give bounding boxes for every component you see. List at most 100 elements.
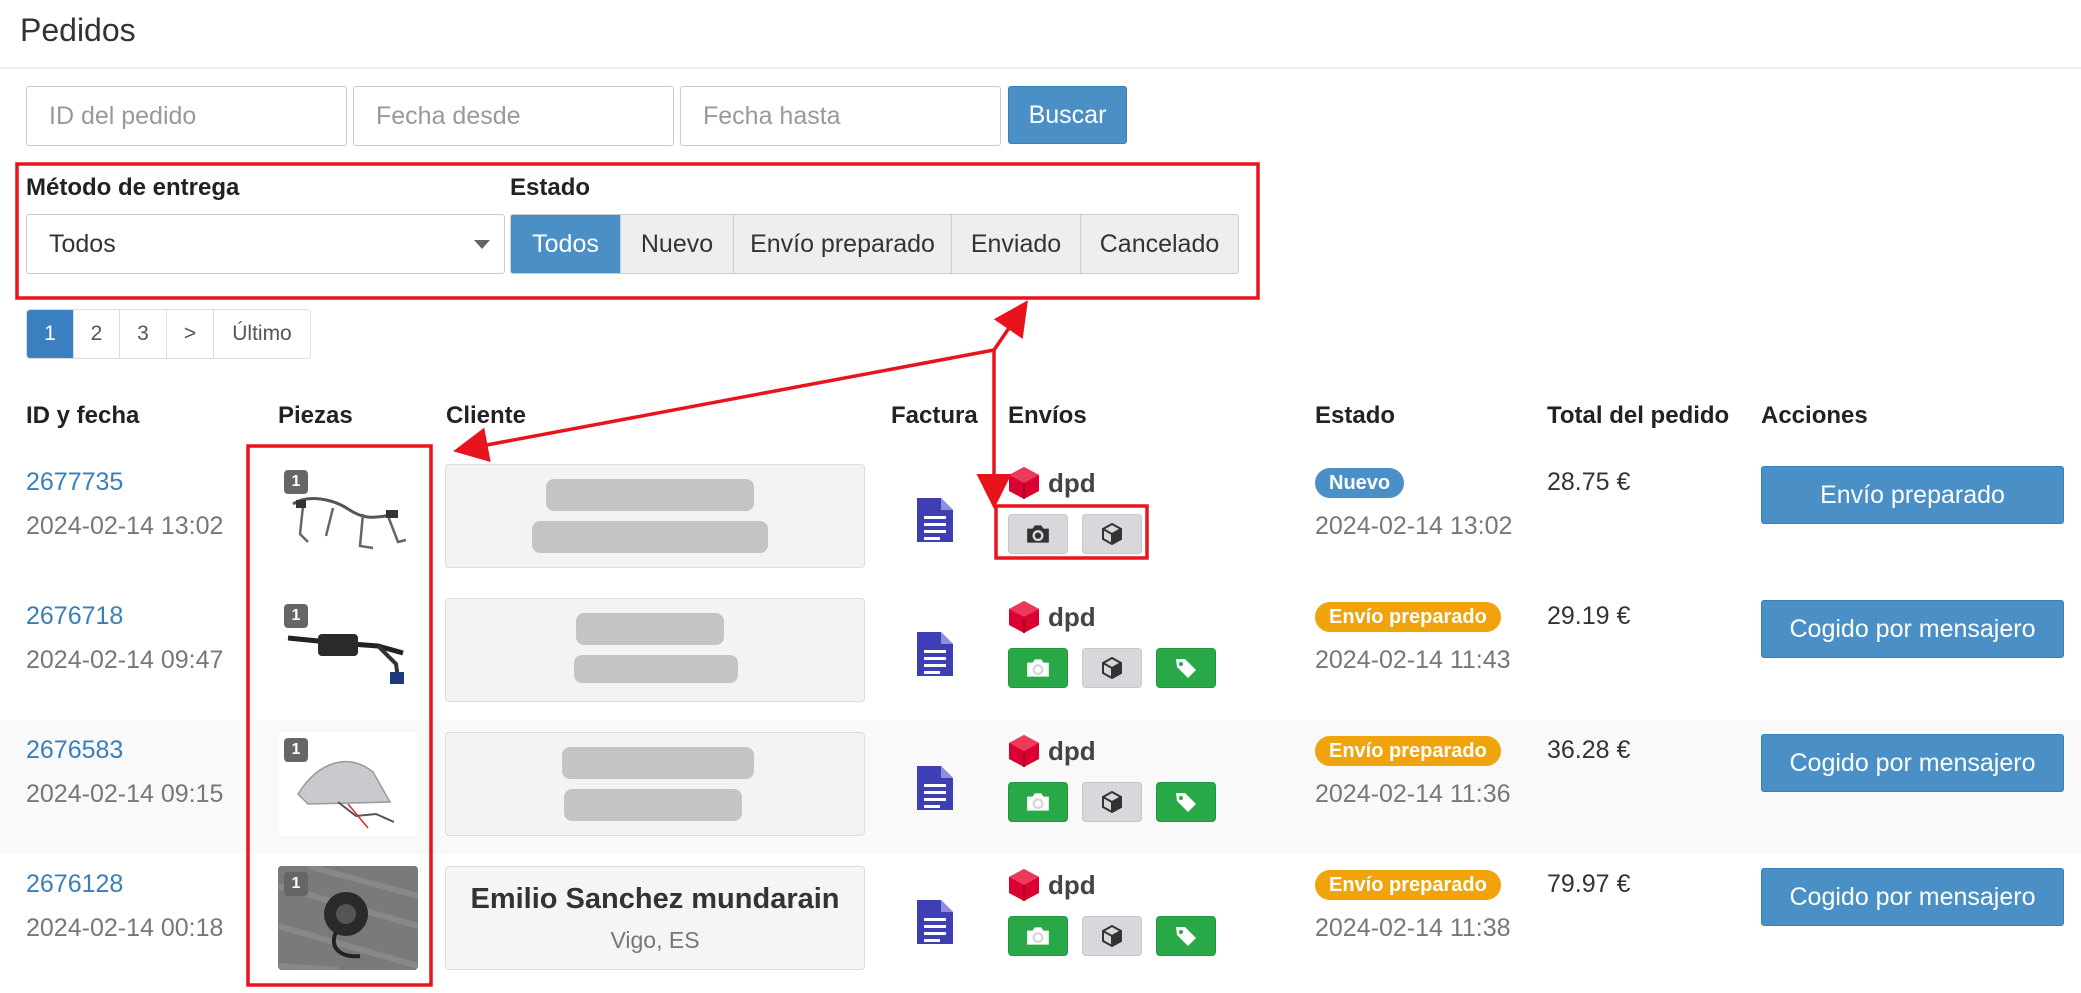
camera-icon — [1025, 657, 1051, 679]
carrier-name: dpd — [1048, 869, 1096, 900]
package-button[interactable] — [1082, 782, 1142, 822]
date-to-input[interactable] — [680, 86, 1001, 146]
status-filter-group: Todos Nuevo Envío preparado Enviado Canc… — [510, 214, 1239, 274]
invoice-document-icon[interactable] — [915, 496, 955, 544]
column-header-total: Total del pedido — [1547, 402, 1730, 429]
status-filter-label: Estado — [510, 174, 591, 201]
client-card-redacted — [445, 732, 865, 836]
carrier-logo: dpd — [1008, 734, 1096, 768]
shipment-buttons — [1008, 648, 1216, 688]
page-next[interactable]: > — [167, 310, 214, 358]
action-button[interactable]: Cogido por mensajero — [1761, 734, 2064, 792]
part-thumbnail[interactable]: 1 — [278, 866, 418, 970]
camera-icon — [1025, 925, 1051, 947]
carrier-name: dpd — [1048, 735, 1096, 766]
table-row: 2676718 2024-02-14 09:47 1 dpd Envío pre… — [0, 586, 2081, 720]
table-row: 2676583 2024-02-14 09:15 1 dpd Envío pre… — [0, 720, 2081, 854]
column-header-invoice: Factura — [891, 402, 978, 429]
action-button[interactable]: Cogido por mensajero — [1761, 600, 2064, 658]
table-row: 2677735 2024-02-14 13:02 1 dpd Nuevo 202… — [0, 452, 2081, 586]
page-1[interactable]: 1 — [27, 310, 74, 358]
status-badge: Nuevo — [1315, 468, 1405, 498]
tag-icon — [1174, 790, 1198, 814]
shipment-buttons — [1008, 782, 1216, 822]
order-id-link[interactable]: 2676583 — [26, 736, 123, 765]
page-2[interactable]: 2 — [74, 310, 120, 358]
delivery-method-value: Todos — [49, 229, 116, 258]
status-badge: Envío preparado — [1315, 602, 1501, 632]
label-button[interactable] — [1156, 782, 1216, 822]
annotation-arrow-to-parts — [453, 348, 995, 463]
label-button[interactable] — [1156, 648, 1216, 688]
title-divider — [0, 67, 2081, 69]
label-button[interactable] — [1156, 916, 1216, 956]
column-header-shipments: Envíos — [1008, 402, 1087, 429]
package-button[interactable] — [1082, 514, 1142, 554]
camera-button[interactable] — [1008, 648, 1068, 688]
page-last[interactable]: Último — [214, 310, 310, 358]
status-filter-cancelado[interactable]: Cancelado — [1081, 215, 1238, 273]
redaction-bar — [574, 655, 738, 683]
dpd-cube-icon — [1008, 734, 1040, 768]
status-filter-nuevo[interactable]: Nuevo — [621, 215, 734, 273]
part-thumbnail[interactable]: 1 — [278, 732, 418, 836]
action-button[interactable]: Cogido por mensajero — [1761, 868, 2064, 926]
dpd-cube-icon — [1008, 868, 1040, 902]
client-card: Emilio Sanchez mundarain Vigo, ES — [445, 866, 865, 970]
status-filter-todos[interactable]: Todos — [511, 215, 621, 273]
date-from-input[interactable] — [353, 86, 674, 146]
order-id-link[interactable]: 2676718 — [26, 602, 123, 631]
page-3[interactable]: 3 — [120, 310, 167, 358]
search-button[interactable]: Buscar — [1008, 86, 1127, 144]
order-date: 2024-02-14 00:18 — [26, 914, 224, 942]
quantity-badge: 1 — [284, 872, 308, 896]
order-id-input[interactable] — [26, 86, 347, 146]
order-id-link[interactable]: 2676128 — [26, 870, 123, 899]
shipment-buttons — [1008, 514, 1142, 554]
status-badge: Envío preparado — [1315, 736, 1501, 766]
part-thumbnail[interactable]: 1 — [278, 464, 418, 568]
order-total: 36.28 € — [1547, 736, 1631, 764]
box-icon — [1100, 790, 1124, 814]
order-id-link[interactable]: 2677735 — [26, 468, 123, 497]
carrier-name: dpd — [1048, 601, 1096, 632]
carrier-logo: dpd — [1008, 600, 1096, 634]
carrier-logo: dpd — [1008, 868, 1096, 902]
client-card-redacted — [445, 464, 865, 568]
client-location: Vigo, ES — [610, 927, 700, 953]
part-thumbnail[interactable]: 1 — [278, 598, 418, 702]
invoice-document-icon[interactable] — [915, 764, 955, 812]
carrier-logo: dpd — [1008, 466, 1096, 500]
delivery-method-label: Método de entrega — [26, 174, 240, 201]
camera-button[interactable] — [1008, 782, 1068, 822]
order-date: 2024-02-14 09:47 — [26, 646, 224, 674]
annotation-arrow-to-filters — [992, 300, 1028, 351]
redaction-bar — [562, 747, 754, 779]
delivery-method-select[interactable]: Todos — [26, 214, 505, 274]
camera-button[interactable] — [1008, 916, 1068, 956]
action-button[interactable]: Envío preparado — [1761, 466, 2064, 524]
quantity-badge: 1 — [284, 470, 308, 494]
column-header-id-date: ID y fecha — [26, 402, 140, 429]
package-button[interactable] — [1082, 916, 1142, 956]
page-title: Pedidos — [20, 12, 136, 48]
column-header-status: Estado — [1315, 402, 1396, 429]
client-name: Emilio Sanchez mundarain — [470, 883, 840, 915]
status-filter-envio-preparado[interactable]: Envío preparado — [734, 215, 952, 273]
camera-button[interactable] — [1008, 514, 1068, 554]
package-button[interactable] — [1082, 648, 1142, 688]
order-total: 29.19 € — [1547, 602, 1631, 630]
redaction-bar — [564, 789, 742, 821]
dpd-cube-icon — [1008, 466, 1040, 500]
status-badge: Envío preparado — [1315, 870, 1501, 900]
box-icon — [1100, 522, 1124, 546]
invoice-document-icon[interactable] — [915, 898, 955, 946]
status-date: 2024-02-14 11:43 — [1315, 646, 1511, 674]
order-total: 28.75 € — [1547, 468, 1631, 496]
column-header-parts: Piezas — [278, 402, 353, 429]
column-header-actions: Acciones — [1761, 402, 1868, 429]
status-filter-enviado[interactable]: Enviado — [952, 215, 1081, 273]
invoice-document-icon[interactable] — [915, 630, 955, 678]
camera-icon — [1025, 791, 1051, 813]
carrier-name: dpd — [1048, 467, 1096, 498]
